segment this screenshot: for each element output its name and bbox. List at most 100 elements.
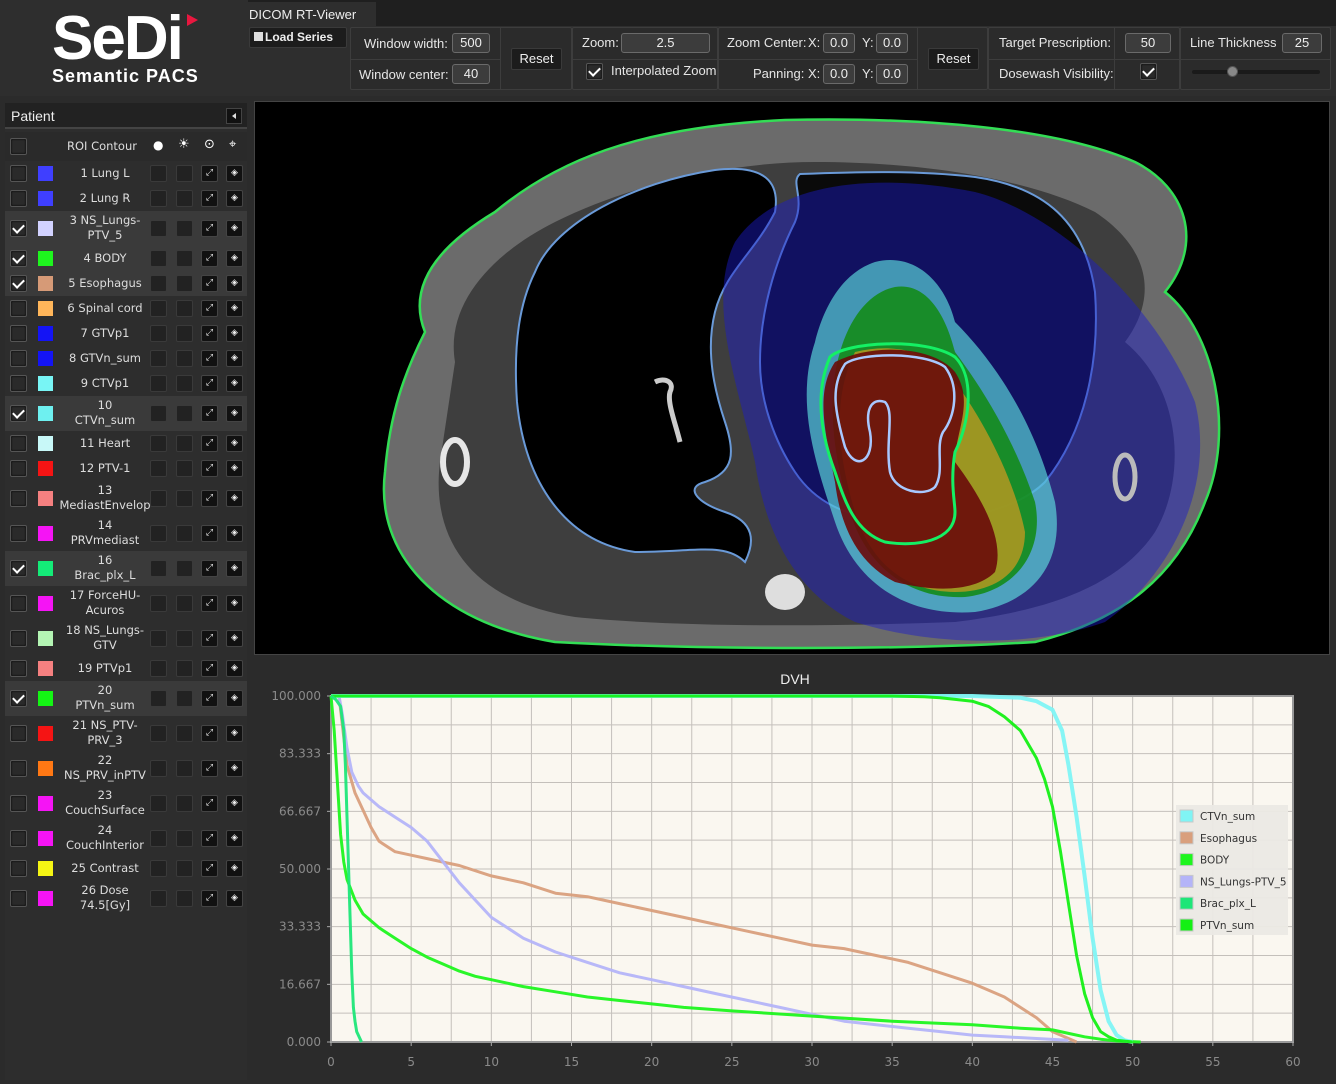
roi-center-icon[interactable]: ◈ [226, 350, 243, 367]
roi-center-icon[interactable]: ◈ [226, 435, 243, 452]
roi-brightness-toggle[interactable] [176, 830, 193, 847]
roi-goto-icon[interactable]: ⤢ [201, 490, 218, 507]
roi-visibility-checkbox[interactable] [10, 560, 27, 577]
roi-row[interactable]: 21 NS_PTV- PRV_3 ⤢ ◈ [5, 716, 247, 751]
roi-fill-toggle[interactable] [150, 795, 167, 812]
roi-brightness-toggle[interactable] [176, 595, 193, 612]
roi-color-swatch[interactable] [38, 436, 53, 451]
roi-brightness-toggle[interactable] [176, 165, 193, 182]
roi-visibility-checkbox[interactable] [10, 300, 27, 317]
roi-row[interactable]: 1 Lung L ⤢ ◈ [5, 161, 247, 186]
roi-brightness-toggle[interactable] [176, 300, 193, 317]
roi-color-swatch[interactable] [38, 831, 53, 846]
roi-center-icon[interactable]: ◈ [226, 630, 243, 647]
roi-brightness-toggle[interactable] [176, 760, 193, 777]
roi-fill-toggle[interactable] [150, 460, 167, 477]
roi-center-icon[interactable]: ◈ [226, 830, 243, 847]
window-reset-button[interactable]: Reset [511, 48, 562, 70]
roi-visibility-checkbox[interactable] [10, 660, 27, 677]
roi-brightness-toggle[interactable] [176, 490, 193, 507]
roi-color-swatch[interactable] [38, 221, 53, 236]
roi-row[interactable]: 3 NS_Lungs- PTV_5 ⤢ ◈ [5, 211, 247, 246]
roi-fill-toggle[interactable] [150, 690, 167, 707]
roi-brightness-toggle[interactable] [176, 630, 193, 647]
roi-center-icon[interactable]: ◈ [226, 250, 243, 267]
roi-goto-icon[interactable]: ⤢ [201, 165, 218, 182]
roi-color-swatch[interactable] [38, 326, 53, 341]
roi-goto-icon[interactable]: ⤢ [201, 760, 218, 777]
tab-dicom-rt-viewer[interactable]: DICOM RT-Viewer [240, 2, 376, 28]
roi-visibility-checkbox[interactable] [10, 630, 27, 647]
roi-brightness-toggle[interactable] [176, 890, 193, 907]
roi-row[interactable]: 10 CTVn_sum ⤢ ◈ [5, 396, 247, 431]
roi-goto-icon[interactable]: ⤢ [201, 525, 218, 542]
roi-brightness-toggle[interactable] [176, 275, 193, 292]
roi-center-icon[interactable]: ◈ [226, 660, 243, 677]
roi-row[interactable]: 26 Dose 74.5[Gy] ⤢ ◈ [5, 881, 247, 916]
roi-fill-toggle[interactable] [150, 375, 167, 392]
roi-goto-icon[interactable]: ⤢ [201, 890, 218, 907]
roi-visibility-checkbox[interactable] [10, 275, 27, 292]
roi-color-swatch[interactable] [38, 561, 53, 576]
zoom-input[interactable]: 2.5 [621, 33, 710, 53]
roi-row[interactable]: 22 NS_PRV_inPTV ⤢ ◈ [5, 751, 247, 786]
roi-goto-icon[interactable]: ⤢ [201, 275, 218, 292]
roi-center-icon[interactable]: ◈ [226, 165, 243, 182]
roi-visibility-checkbox[interactable] [10, 795, 27, 812]
line-thickness-input[interactable]: 25 [1282, 33, 1322, 53]
roi-visibility-checkbox[interactable] [10, 690, 27, 707]
target-prescription-input[interactable]: 50 [1125, 33, 1171, 53]
roi-visibility-checkbox[interactable] [10, 405, 27, 422]
ct-image-viewer[interactable] [254, 101, 1330, 655]
roi-visibility-checkbox[interactable] [10, 890, 27, 907]
roi-center-icon[interactable]: ◈ [226, 325, 243, 342]
roi-fill-toggle[interactable] [150, 435, 167, 452]
roi-color-swatch[interactable] [38, 796, 53, 811]
roi-center-icon[interactable]: ◈ [226, 220, 243, 237]
roi-center-icon[interactable]: ◈ [226, 860, 243, 877]
zoom-center-x-input[interactable]: 0.0 [823, 33, 855, 53]
roi-visibility-checkbox[interactable] [10, 830, 27, 847]
roi-color-swatch[interactable] [38, 631, 53, 646]
roi-visibility-checkbox[interactable] [10, 350, 27, 367]
roi-fill-toggle[interactable] [150, 250, 167, 267]
roi-row[interactable]: 25 Contrast ⤢ ◈ [5, 856, 247, 881]
roi-row[interactable]: 12 PTV-1 ⤢ ◈ [5, 456, 247, 481]
roi-goto-icon[interactable]: ⤢ [201, 660, 218, 677]
roi-center-icon[interactable]: ◈ [226, 560, 243, 577]
roi-center-icon[interactable]: ◈ [226, 525, 243, 542]
roi-visibility-checkbox[interactable] [10, 595, 27, 612]
roi-row[interactable]: 11 Heart ⤢ ◈ [5, 431, 247, 456]
roi-fill-toggle[interactable] [150, 325, 167, 342]
roi-goto-icon[interactable]: ⤢ [201, 830, 218, 847]
roi-center-icon[interactable]: ◈ [226, 190, 243, 207]
roi-fill-toggle[interactable] [150, 350, 167, 367]
panning-y-input[interactable]: 0.0 [876, 64, 908, 84]
roi-fill-toggle[interactable] [150, 300, 167, 317]
roi-fill-toggle[interactable] [150, 890, 167, 907]
roi-visibility-checkbox[interactable] [10, 860, 27, 877]
roi-goto-icon[interactable]: ⤢ [201, 860, 218, 877]
collapse-sidebar-icon[interactable] [226, 108, 242, 124]
roi-brightness-toggle[interactable] [176, 660, 193, 677]
roi-color-swatch[interactable] [38, 726, 53, 741]
roi-center-icon[interactable]: ◈ [226, 275, 243, 292]
roi-center-icon[interactable]: ◈ [226, 595, 243, 612]
roi-brightness-toggle[interactable] [176, 525, 193, 542]
roi-goto-icon[interactable]: ⤢ [201, 325, 218, 342]
roi-fill-toggle[interactable] [150, 490, 167, 507]
roi-brightness-toggle[interactable] [176, 435, 193, 452]
roi-fill-toggle[interactable] [150, 165, 167, 182]
roi-brightness-toggle[interactable] [176, 375, 193, 392]
roi-fill-toggle[interactable] [150, 760, 167, 777]
roi-color-swatch[interactable] [38, 596, 53, 611]
roi-color-swatch[interactable] [38, 491, 53, 506]
roi-color-swatch[interactable] [38, 166, 53, 181]
roi-visibility-checkbox[interactable] [10, 165, 27, 182]
roi-goto-icon[interactable]: ⤢ [201, 690, 218, 707]
load-series-button[interactable]: Load Series [249, 27, 347, 48]
roi-goto-icon[interactable]: ⤢ [201, 725, 218, 742]
roi-goto-icon[interactable]: ⤢ [201, 560, 218, 577]
roi-row[interactable]: 4 BODY ⤢ ◈ [5, 246, 247, 271]
roi-brightness-toggle[interactable] [176, 325, 193, 342]
